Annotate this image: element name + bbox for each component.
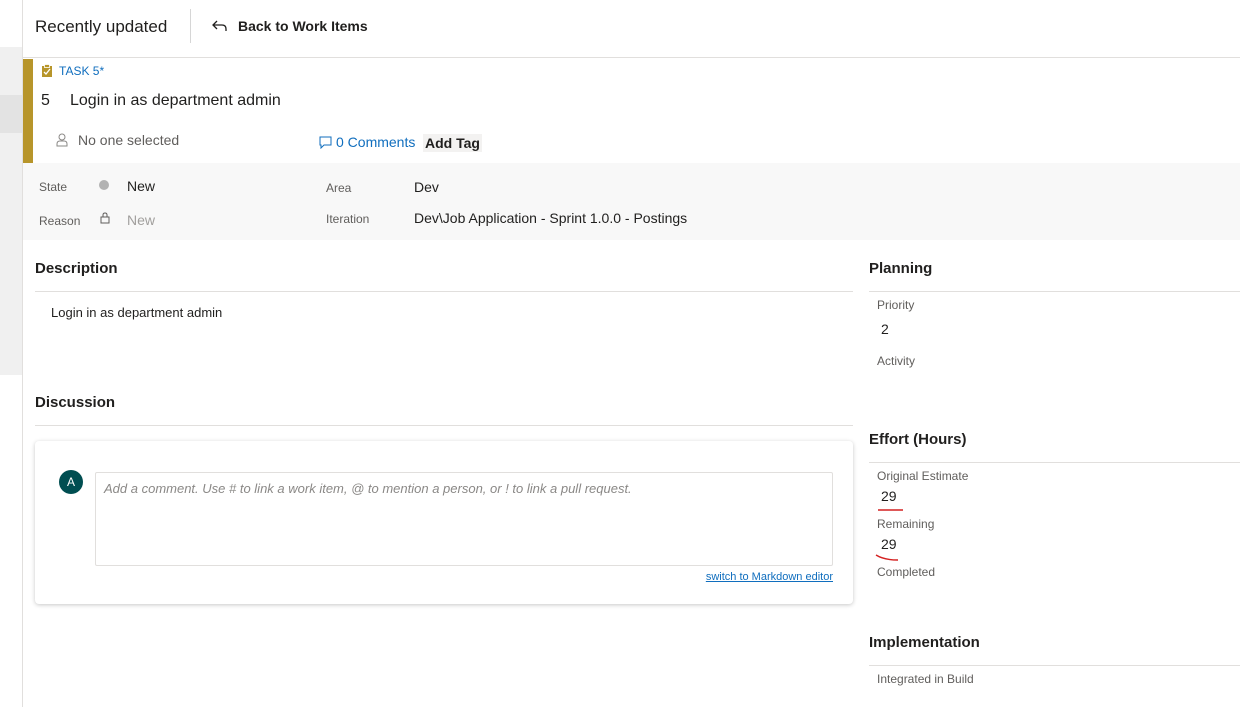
comment-icon	[319, 136, 332, 149]
lock-icon	[100, 212, 110, 224]
area-label: Area	[326, 181, 352, 195]
description-field[interactable]: Login in as department admin	[51, 305, 222, 320]
discussion-heading: Discussion	[35, 394, 116, 411]
activity-label: Activity	[877, 354, 916, 368]
switch-to-markdown-link[interactable]: switch to Markdown editor	[706, 571, 833, 583]
work-item-header: TASK 5* 5 Login in as department admin N…	[23, 59, 1240, 163]
effort-heading: Effort (Hours)	[869, 431, 967, 448]
effort-divider	[869, 462, 1240, 463]
work-item-id: 5	[41, 92, 50, 109]
reason-field: New	[127, 212, 156, 228]
person-icon	[56, 133, 68, 147]
work-item-type-label: TASK 5*	[59, 64, 105, 78]
comments-label: 0 Comments	[336, 134, 416, 150]
original-estimate-label: Original Estimate	[877, 469, 969, 483]
work-item-title[interactable]: Login in as department admin	[70, 92, 281, 110]
priority-label: Priority	[877, 298, 915, 312]
add-tag-button[interactable]: Add Tag	[423, 134, 482, 152]
red-underline-mark	[875, 554, 899, 561]
state-field[interactable]: New	[127, 178, 155, 194]
completed-label: Completed	[877, 565, 936, 579]
back-arrow-icon	[212, 20, 227, 31]
comment-input[interactable]: Add a comment. Use # to link a work item…	[95, 472, 833, 566]
state-dot-icon	[99, 180, 109, 190]
assignee-label: No one selected	[78, 132, 180, 148]
implementation-divider	[869, 665, 1240, 666]
work-item-type: TASK 5*	[41, 64, 104, 78]
planning-heading: Planning	[869, 260, 933, 277]
iteration-label: Iteration	[326, 212, 370, 226]
left-rail	[0, 0, 23, 707]
remaining-field[interactable]: 29	[881, 536, 897, 552]
discussion-card: A Add a comment. Use # to link a work it…	[35, 441, 853, 604]
description-divider	[35, 291, 853, 292]
work-item-type-accent	[23, 59, 33, 163]
reason-label: Reason	[39, 214, 81, 228]
fields-panel: State New Reason New Area Dev Iteration …	[23, 163, 1240, 240]
discussion-divider	[35, 425, 853, 426]
left-rail-selected-item[interactable]	[0, 95, 22, 133]
comments-link[interactable]: 0 Comments	[319, 134, 415, 150]
priority-field[interactable]: 2	[881, 321, 889, 337]
original-estimate-field[interactable]: 29	[881, 488, 897, 504]
area-field[interactable]: Dev	[414, 179, 439, 195]
back-label: Back to Work Items	[238, 18, 368, 34]
back-to-work-items-button[interactable]: Back to Work Items	[212, 18, 368, 34]
implementation-heading: Implementation	[869, 634, 980, 651]
remaining-label: Remaining	[877, 517, 935, 531]
iteration-field[interactable]: Dev\Job Application - Sprint 1.0.0 - Pos…	[414, 210, 687, 226]
state-label: State	[39, 180, 68, 194]
assignee-picker[interactable]: No one selected	[56, 132, 179, 148]
avatar: A	[59, 470, 83, 494]
description-heading: Description	[35, 260, 118, 277]
planning-divider	[869, 291, 1240, 292]
divider	[190, 9, 191, 43]
top-bar: Recently updated Back to Work Items	[23, 0, 1240, 58]
task-clipboard-icon	[42, 64, 52, 77]
page-title: Recently updated	[35, 17, 168, 36]
integrated-in-build-label: Integrated in Build	[877, 672, 974, 686]
red-underline-mark	[878, 509, 903, 511]
